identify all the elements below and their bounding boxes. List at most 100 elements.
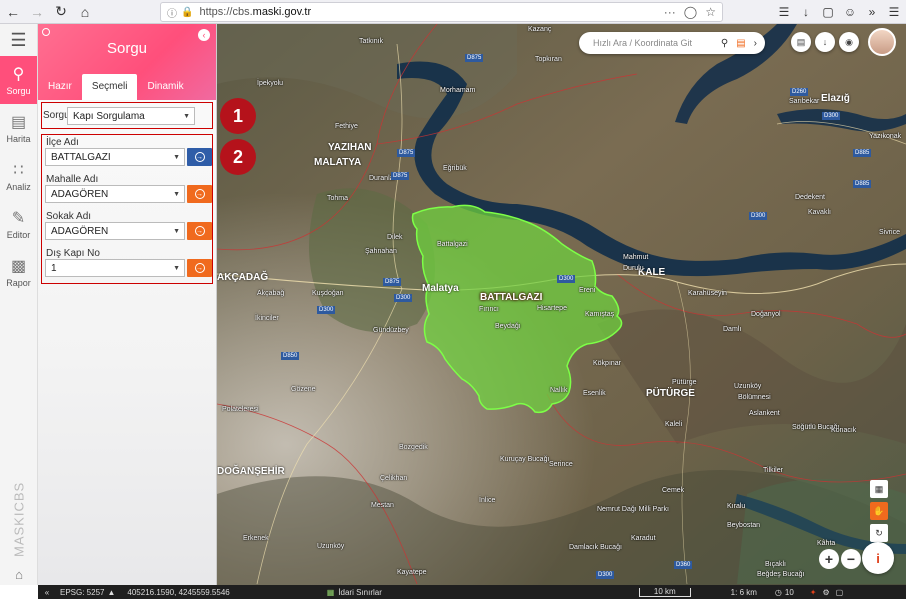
collapse-panel-icon[interactable]: ‹ [198, 29, 210, 41]
rail-item-rapor[interactable]: ▩ Rapor [0, 248, 37, 296]
lock-icon: 🔒 [181, 6, 194, 18]
info-icon[interactable]: ⓘ [167, 5, 177, 20]
avatar[interactable] [868, 28, 896, 56]
place-label: Kuşdoğan [312, 290, 344, 297]
search-icon[interactable]: ⚲ [721, 38, 728, 49]
ilce-value: BATTALGAZI [51, 151, 111, 163]
rail-item-label: Analiz [6, 182, 31, 192]
place-label: Nemrut Dağı Milli Parkı [597, 506, 669, 513]
url-text: https://cbs.maski.gov.tr [199, 6, 312, 18]
scale-text: 1: 6 km [730, 587, 757, 597]
hand-icon[interactable]: ✋ [870, 502, 888, 520]
refresh-icon[interactable]: ↻ [870, 524, 888, 542]
place-label: PÜTÜRGE [646, 388, 695, 399]
tab-secmeli[interactable]: Seçmeli [81, 74, 138, 100]
rail-item-analiz[interactable]: ∷ Analiz [0, 152, 37, 200]
mahalle-select[interactable]: ADAGÖREN ▼ [45, 185, 185, 203]
coordinate-icon[interactable]: ▤ [736, 38, 745, 49]
sidebar-icon[interactable]: ▢ [820, 2, 836, 22]
rail-item-editor[interactable]: ✎ Editor [0, 200, 37, 248]
kapi-select[interactable]: 1 ▼ [45, 259, 185, 277]
more-icon[interactable]: ··· [664, 5, 676, 19]
globe-icon[interactable]: ◉ [839, 32, 859, 52]
sokak-select[interactable]: ADAGÖREN ▼ [45, 222, 185, 240]
road-shield: D875 [465, 54, 484, 62]
place-label: Kaleli [665, 421, 683, 428]
chevron-up-icon[interactable]: ▲ [107, 588, 115, 597]
hamburger-menu-icon[interactable]: ☰ [0, 24, 37, 56]
place-label: Serince [549, 461, 573, 468]
chevron-right-icon[interactable]: › [754, 38, 757, 49]
library-icon[interactable]: ☰ [776, 2, 792, 22]
sokak-go-button[interactable]: → [187, 222, 212, 240]
pocket-icon[interactable]: ◯ [684, 5, 697, 19]
download-icon[interactable]: ↓ [798, 2, 814, 22]
reload-icon[interactable]: ↻ [50, 1, 72, 23]
map-toolbar: ▤ ↓ ◉ [791, 32, 859, 52]
place-label: Elazığ [821, 93, 850, 104]
rail-item-harita[interactable]: ▤ Harita [0, 104, 37, 152]
place-label: İnlice [479, 497, 496, 504]
place-label: İpekyolu [257, 80, 284, 87]
place-label: Uzunköy [734, 383, 762, 390]
scale-bar: 10 km [638, 587, 691, 597]
collapse-icon[interactable]: « [38, 588, 56, 597]
place-label: Bıçaklı [765, 561, 787, 568]
back-icon[interactable]: ← [2, 1, 24, 23]
map-side-tools: ▦ ✋ ↻ [870, 480, 888, 542]
place-label: Tohma [327, 195, 349, 202]
ilce-go-button[interactable]: → [187, 148, 212, 166]
mahalle-value: ADAGÖREN [51, 188, 109, 200]
address-bar[interactable]: ⓘ 🔒 https://cbs.maski.gov.tr ··· ◯ ☆ [160, 2, 723, 22]
panel-title: Sorgu [106, 40, 148, 57]
place-label: Kazanç [528, 26, 552, 33]
query-type-select[interactable]: Kapı Sorgulama ▼ [67, 107, 195, 125]
overflow-icon[interactable]: » [864, 2, 880, 22]
compass-icon[interactable]: ✦ [810, 588, 817, 597]
grid-icon[interactable]: ▦ [870, 480, 888, 498]
home-icon[interactable]: ⌂ [74, 1, 96, 23]
kapi-go-button[interactable]: → [187, 259, 212, 277]
map-view[interactable]: YAZIHAN MALATYA Malatya BATTALGAZI KALE … [217, 24, 906, 585]
settings-icon[interactable]: ⚙ [823, 588, 830, 597]
ilce-select[interactable]: BATTALGAZI ▼ [45, 148, 185, 166]
place-label: Tilkiler [763, 467, 783, 474]
info-button[interactable]: i [862, 542, 894, 574]
layers-icon[interactable]: ▤ [791, 32, 811, 52]
zoom-out-button[interactable]: − [841, 549, 861, 569]
fullscreen-icon[interactable]: ▢ [836, 588, 844, 597]
chart-icon: ▩ [10, 258, 27, 275]
place-label: Kayatepe [397, 569, 427, 576]
chevron-down-icon: ▼ [183, 112, 190, 120]
zoom-in-button[interactable]: + [819, 549, 839, 569]
place-label: Malatya [422, 283, 459, 294]
district-label: BATTALGAZI [480, 292, 543, 303]
callout-2: 2 [220, 139, 256, 175]
place-label: Beydağı [495, 323, 521, 330]
forward-icon[interactable]: → [26, 1, 48, 23]
place-label: Pütürge [672, 379, 697, 386]
profile-icon[interactable]: ☺ [842, 2, 858, 22]
place-label: Doğanyol [751, 311, 781, 318]
arrow-right-icon: → [194, 263, 205, 273]
bookmark-star-icon[interactable]: ☆ [705, 5, 716, 19]
tab-hazir[interactable]: Hazır [38, 74, 82, 100]
road-shield: D875 [391, 172, 410, 180]
ilce-label: İlçe Adı [46, 137, 79, 148]
quick-search-input[interactable]: Hızlı Ara / Koordinata Git ⚲ ▤ › [579, 32, 765, 54]
road-shield: D360 [674, 561, 693, 569]
road-shield: D300 [394, 294, 413, 302]
road-shield: D260 [790, 88, 809, 96]
place-label: Polateleresi [222, 406, 259, 413]
mahalle-go-button[interactable]: → [187, 185, 212, 203]
place-label: Beybostan [727, 522, 761, 529]
rail-item-sorgu[interactable]: ⚲ Sorgu [0, 56, 37, 104]
home-icon[interactable]: ⌂ [0, 563, 38, 585]
pin-icon[interactable] [42, 28, 50, 36]
tab-dinamik[interactable]: Dinamik [137, 74, 193, 100]
download-icon[interactable]: ↓ [815, 32, 835, 52]
menu-icon[interactable]: ☰ [886, 2, 902, 22]
place-label: Morhamam [440, 87, 476, 94]
layer-name: İdari Sınırlar [338, 587, 382, 597]
epsg-select[interactable]: EPSG: 5257 [60, 588, 104, 597]
